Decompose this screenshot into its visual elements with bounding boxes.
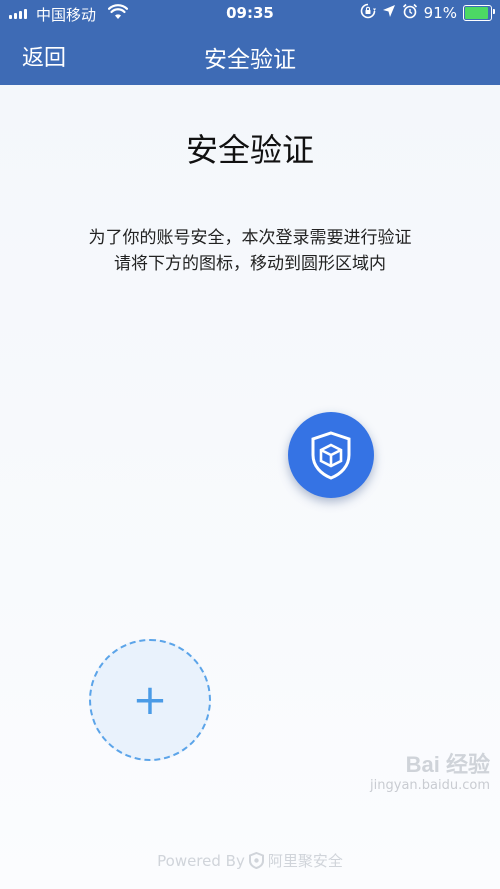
shield-cube-icon — [311, 431, 351, 480]
lock-rotation-icon — [360, 3, 376, 23]
watermark: Bai 经验 jingyan.baidu.com — [370, 752, 490, 794]
watermark-logo: Bai 经验 — [405, 752, 490, 777]
draggable-shield-button[interactable] — [288, 412, 374, 498]
instruction-line-1: 为了你的账号安全，本次登录需要进行验证 — [88, 228, 412, 248]
page-title: 安全验证 — [185, 131, 314, 169]
powered-by-label: Powered By — [157, 851, 245, 870]
header: 中国移动 09:35 91% 返回 安全验证 — [0, 0, 500, 85]
nav-title: 安全验证 — [204, 47, 296, 73]
battery-icon — [463, 5, 495, 21]
watermark-url: jingyan.baidu.com — [370, 778, 490, 794]
shield-logo-icon — [248, 852, 264, 869]
instruction-line-2: 请将下方的图标，移动到圆形区域内 — [114, 254, 386, 274]
drop-target-circle[interactable]: + — [89, 639, 211, 761]
brand-name: 阿里聚安全 — [267, 852, 343, 870]
battery-percent: 91% — [423, 4, 457, 22]
status-right: 91% — [360, 3, 495, 23]
alarm-icon — [402, 3, 418, 23]
location-icon — [382, 4, 396, 22]
plus-icon: + — [132, 675, 168, 724]
battery-fill — [465, 7, 488, 19]
footer: Powered By 阿里聚安全 — [0, 850, 500, 871]
status-bar: 中国移动 09:35 91% — [0, 0, 500, 28]
